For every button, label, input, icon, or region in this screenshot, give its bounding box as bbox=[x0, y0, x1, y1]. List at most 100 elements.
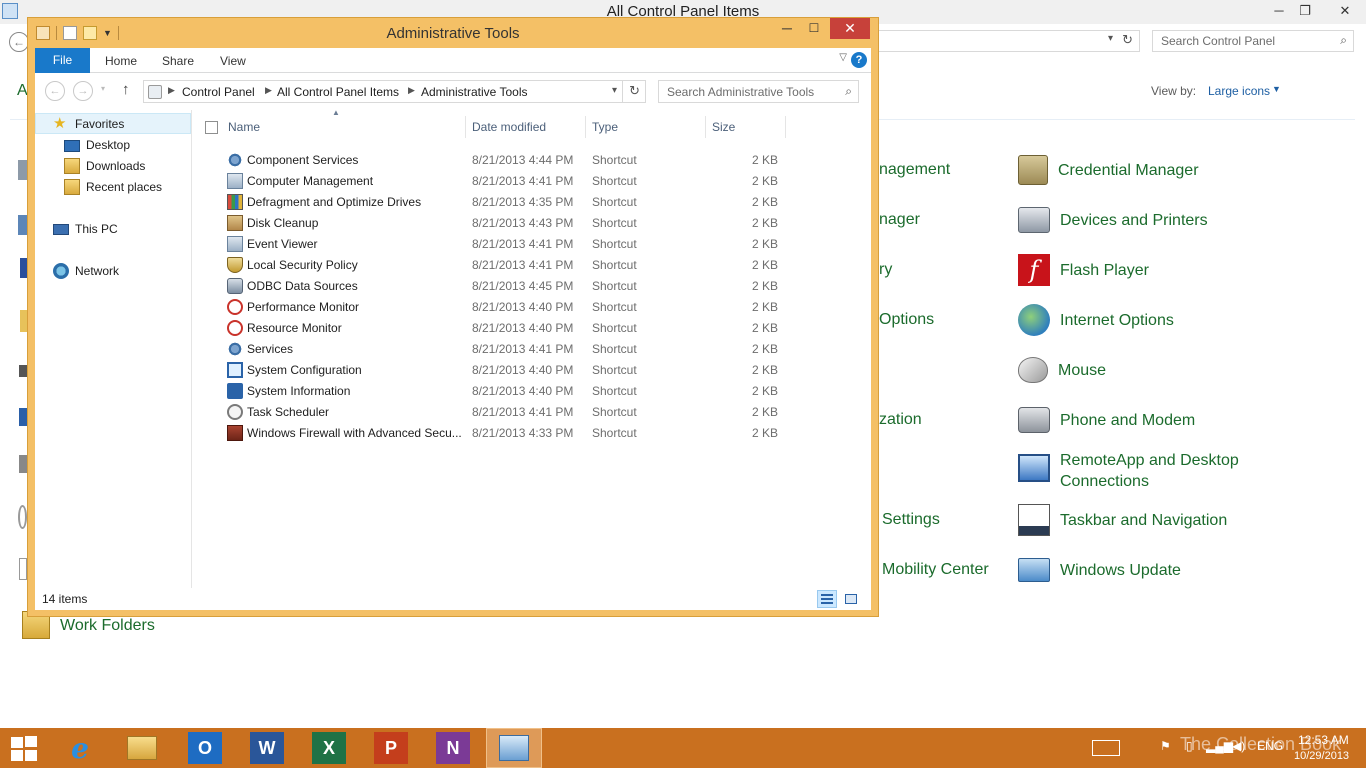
select-all-checkbox[interactable] bbox=[205, 121, 218, 134]
details-view-button[interactable] bbox=[817, 590, 837, 608]
breadcrumb-all-control-panel-items[interactable]: All Control Panel Items bbox=[277, 85, 399, 99]
column-header-name[interactable]: Name bbox=[228, 120, 260, 134]
tab-file[interactable]: File bbox=[35, 48, 90, 73]
control-panel-item-windows-update[interactable]: Windows Update bbox=[1018, 550, 1181, 590]
control-panel-item-phone-and-modem[interactable]: Phone and Modem bbox=[1018, 400, 1195, 440]
update-icon bbox=[1018, 558, 1050, 582]
back-button[interactable]: ← bbox=[45, 81, 65, 101]
word-icon[interactable]: W bbox=[250, 732, 284, 764]
chevron-right-icon[interactable]: ▶ bbox=[168, 85, 175, 96]
large-icons-view-button[interactable] bbox=[841, 590, 861, 608]
explorer-titlebar[interactable]: ▼ Administrative Tools ─ ☐ ✕ bbox=[28, 18, 878, 48]
close-button[interactable]: ✕ bbox=[830, 18, 870, 39]
table-row[interactable]: Local Security Policy 8/21/2013 4:41 PM … bbox=[193, 255, 871, 276]
powerpoint-icon[interactable]: P bbox=[374, 732, 408, 764]
control-panel-item-devices-and-printers[interactable]: Devices and Printers bbox=[1018, 200, 1208, 240]
control-panel-item-remoteapp[interactable]: RemoteApp and Desktop Connections bbox=[1018, 450, 1260, 492]
refresh-icon[interactable]: ↻ bbox=[629, 83, 640, 99]
tab-home[interactable]: Home bbox=[105, 48, 137, 73]
nav-item-label: Recent places bbox=[86, 179, 163, 194]
breadcrumb-control-panel[interactable]: Control Panel bbox=[182, 85, 255, 99]
search-input[interactable]: Search Administrative Tools ⌕ bbox=[658, 80, 859, 103]
recent-locations-icon[interactable]: ▾ bbox=[101, 84, 105, 93]
file-type: Shortcut bbox=[592, 279, 637, 293]
nav-item-network[interactable]: Network bbox=[53, 260, 119, 281]
ribbon-tabs: File Home Share View ▽ ? bbox=[35, 48, 871, 73]
control-panel-back-button[interactable]: ← bbox=[9, 32, 29, 52]
onenote-icon[interactable]: N bbox=[436, 732, 470, 764]
control-panel-item-mouse[interactable]: Mouse bbox=[1018, 350, 1106, 390]
control-panel-restore-button[interactable]: ❐ bbox=[1290, 0, 1320, 22]
nav-item-recent-places[interactable]: Recent places bbox=[64, 176, 162, 197]
file-name: ODBC Data Sources bbox=[247, 279, 358, 293]
view-by-caret-icon[interactable]: ▼ bbox=[1272, 84, 1281, 94]
table-row[interactable]: Disk Cleanup 8/21/2013 4:43 PM Shortcut … bbox=[193, 213, 871, 234]
expand-ribbon-icon[interactable]: ▽ bbox=[839, 52, 847, 63]
column-divider[interactable] bbox=[585, 116, 586, 138]
control-panel-item-taskbar-and-navigation[interactable]: Taskbar and Navigation bbox=[1018, 500, 1227, 540]
control-panel-item-partial[interactable]: nager bbox=[879, 211, 920, 229]
table-row[interactable]: System Configuration 8/21/2013 4:40 PM S… bbox=[193, 360, 871, 381]
column-divider[interactable] bbox=[705, 116, 706, 138]
control-panel-item-partial[interactable]: nagement bbox=[879, 161, 950, 179]
excel-icon[interactable]: X bbox=[312, 732, 346, 764]
outlook-icon[interactable]: O bbox=[188, 732, 222, 764]
table-row[interactable]: Services 8/21/2013 4:41 PM Shortcut 2 KB bbox=[193, 339, 871, 360]
table-row[interactable]: Defragment and Optimize Drives 8/21/2013… bbox=[193, 192, 871, 213]
column-header-date-modified[interactable]: Date modified bbox=[472, 120, 546, 134]
minimize-button[interactable]: ─ bbox=[775, 18, 799, 39]
nav-item-desktop[interactable]: Desktop bbox=[64, 134, 130, 155]
forward-button[interactable]: → bbox=[73, 81, 93, 101]
chevron-down-icon[interactable]: ▾ bbox=[612, 85, 617, 96]
address-bar[interactable]: ▶ Control Panel ▶ All Control Panel Item… bbox=[143, 80, 646, 103]
control-panel-taskbar-button[interactable] bbox=[486, 728, 542, 768]
tab-share[interactable]: Share bbox=[162, 48, 194, 73]
table-row[interactable]: Windows Firewall with Advanced Secu... 8… bbox=[193, 423, 871, 444]
control-panel-item-partial[interactable]: Settings bbox=[882, 511, 940, 529]
start-button[interactable] bbox=[10, 736, 38, 762]
tab-view[interactable]: View bbox=[220, 48, 246, 73]
column-header-type[interactable]: Type bbox=[592, 120, 618, 134]
flag-icon[interactable]: ⚑ bbox=[1160, 739, 1171, 753]
table-row[interactable]: Resource Monitor 8/21/2013 4:40 PM Short… bbox=[193, 318, 871, 339]
maximize-button[interactable]: ☐ bbox=[802, 18, 826, 39]
breadcrumb-administrative-tools[interactable]: Administrative Tools bbox=[421, 85, 528, 99]
internet-explorer-icon[interactable]: e bbox=[63, 732, 97, 765]
control-panel-item-flash-player[interactable]: f Flash Player bbox=[1018, 250, 1149, 290]
table-row[interactable]: System Information 8/21/2013 4:40 PM Sho… bbox=[193, 381, 871, 402]
column-divider[interactable] bbox=[465, 116, 466, 138]
help-icon[interactable]: ? bbox=[851, 52, 867, 68]
control-panel-item-partial[interactable]: zation bbox=[879, 411, 922, 429]
control-panel-item-internet-options[interactable]: Internet Options bbox=[1018, 300, 1174, 340]
chevron-down-icon[interactable]: ▾ bbox=[1108, 33, 1113, 44]
table-row[interactable]: ODBC Data Sources 8/21/2013 4:45 PM Shor… bbox=[193, 276, 871, 297]
control-panel-address-bar[interactable]: ▾ ↻ bbox=[860, 30, 1140, 52]
table-row[interactable]: Component Services 8/21/2013 4:44 PM Sho… bbox=[193, 150, 871, 171]
nav-item-this-pc[interactable]: This PC bbox=[53, 218, 118, 239]
control-panel-item-partial[interactable]: Options bbox=[879, 311, 934, 329]
search-icon[interactable]: ⌕ bbox=[845, 84, 852, 99]
refresh-icon[interactable]: ↻ bbox=[1122, 32, 1133, 48]
up-button[interactable]: ↑ bbox=[122, 81, 130, 98]
touch-keyboard-icon[interactable] bbox=[1092, 740, 1120, 756]
view-by-dropdown[interactable]: Large icons bbox=[1208, 84, 1270, 98]
nav-item-downloads[interactable]: Downloads bbox=[64, 155, 145, 176]
table-row[interactable]: Event Viewer 8/21/2013 4:41 PM Shortcut … bbox=[193, 234, 871, 255]
disk-cleanup-icon bbox=[227, 215, 243, 231]
search-icon[interactable]: ⌕ bbox=[1340, 33, 1347, 48]
control-panel-item-credential-manager[interactable]: Credential Manager bbox=[1018, 150, 1199, 190]
details-view-icon bbox=[821, 594, 833, 604]
chevron-right-icon[interactable]: ▶ bbox=[265, 85, 272, 96]
control-panel-item-partial[interactable]: ry bbox=[879, 261, 892, 279]
column-divider[interactable] bbox=[785, 116, 786, 138]
column-header-size[interactable]: Size bbox=[712, 120, 735, 134]
table-row[interactable]: Task Scheduler 8/21/2013 4:41 PM Shortcu… bbox=[193, 402, 871, 423]
control-panel-close-button[interactable]: ✕ bbox=[1326, 0, 1364, 22]
table-row[interactable]: Computer Management 8/21/2013 4:41 PM Sh… bbox=[193, 171, 871, 192]
nav-item-favorites[interactable]: ★ Favorites bbox=[35, 113, 191, 134]
file-explorer-taskbar-button[interactable] bbox=[125, 732, 159, 764]
control-panel-item-partial[interactable]: Mobility Center bbox=[882, 561, 989, 579]
control-panel-search-input[interactable]: Search Control Panel ⌕ bbox=[1152, 30, 1354, 52]
chevron-right-icon[interactable]: ▶ bbox=[408, 85, 415, 96]
table-row[interactable]: Performance Monitor 8/21/2013 4:40 PM Sh… bbox=[193, 297, 871, 318]
